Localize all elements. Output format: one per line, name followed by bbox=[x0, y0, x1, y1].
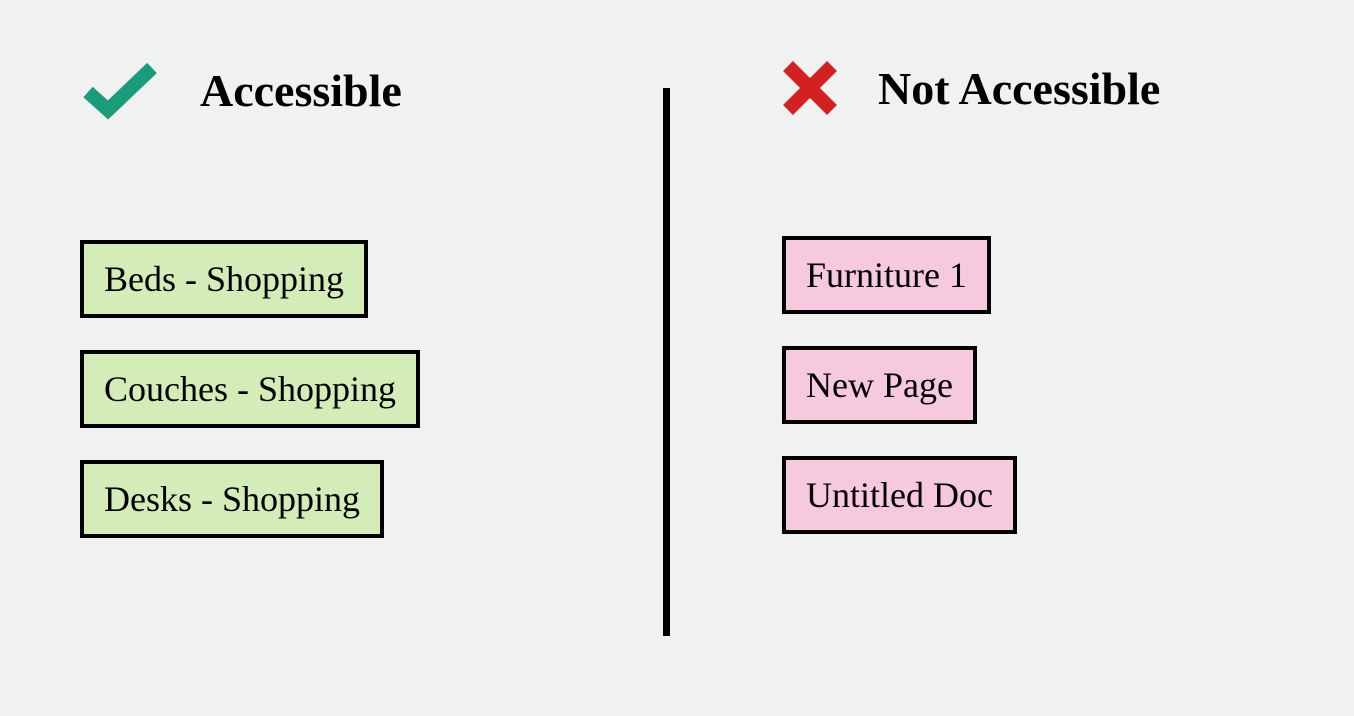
accessible-title: Accessible bbox=[200, 64, 402, 117]
check-icon bbox=[80, 60, 160, 120]
not-accessible-title: Not Accessible bbox=[878, 62, 1160, 115]
not-accessible-item: Furniture 1 bbox=[782, 236, 991, 314]
not-accessible-header: Not Accessible bbox=[782, 60, 1274, 116]
not-accessible-item: Untitled Doc bbox=[782, 456, 1017, 534]
accessible-item: Desks - Shopping bbox=[80, 460, 384, 538]
accessible-header: Accessible bbox=[80, 60, 572, 120]
accessible-column: Accessible Beds - Shopping Couches - Sho… bbox=[0, 0, 652, 716]
accessible-item: Beds - Shopping bbox=[80, 240, 368, 318]
not-accessible-item: New Page bbox=[782, 346, 977, 424]
cross-icon bbox=[782, 60, 838, 116]
not-accessible-column: Not Accessible Furniture 1 New Page Unti… bbox=[652, 0, 1354, 716]
accessible-items: Beds - Shopping Couches - Shopping Desks… bbox=[80, 240, 572, 538]
not-accessible-items: Furniture 1 New Page Untitled Doc bbox=[782, 236, 1274, 534]
vertical-divider bbox=[663, 88, 670, 636]
comparison-diagram: Accessible Beds - Shopping Couches - Sho… bbox=[0, 0, 1354, 716]
accessible-item: Couches - Shopping bbox=[80, 350, 420, 428]
